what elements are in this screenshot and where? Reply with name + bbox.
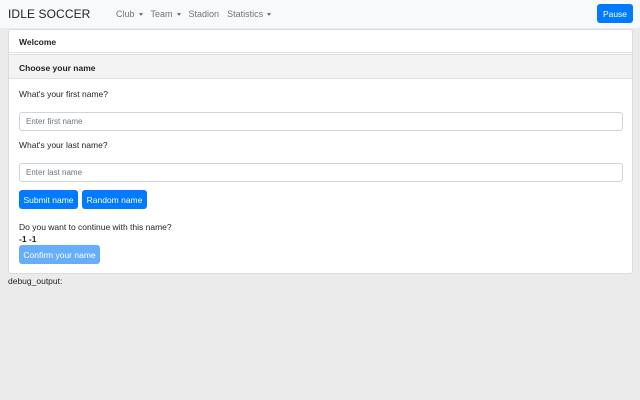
random-name-button[interactable]: Random name xyxy=(82,190,147,209)
welcome-header: Welcome xyxy=(9,30,632,53)
pause-button[interactable]: Pause xyxy=(597,4,633,23)
nav-item-stadion[interactable]: Stadion xyxy=(189,9,220,19)
first-name-question: What's your first name? xyxy=(19,89,109,99)
nav-item-team[interactable]: Team xyxy=(151,9,181,19)
continue-question: Do you want to continue with this name? xyxy=(19,222,172,232)
caret-down-icon xyxy=(138,12,143,16)
nav-menu: Club Team Stadion Statistics xyxy=(116,0,279,28)
first-name-input[interactable] xyxy=(19,112,623,131)
section-title: Choose your name xyxy=(9,54,632,79)
debug-output-label: debug_output: xyxy=(8,276,63,286)
last-name-input[interactable] xyxy=(19,163,623,182)
last-name-question: What's your last name? xyxy=(19,140,108,150)
navbar: IDLE SOCCER Club Team Stadion Statistics… xyxy=(0,0,640,28)
caret-down-icon xyxy=(267,12,272,16)
nav-item-club-label: Club xyxy=(116,9,135,19)
brand-title[interactable]: IDLE SOCCER xyxy=(8,7,90,21)
nav-item-statistics-label: Statistics xyxy=(227,9,264,19)
confirm-name-button[interactable]: Confirm your name xyxy=(19,245,100,264)
name-card: Welcome Choose your name What's your fir… xyxy=(8,29,633,274)
current-name-values: -1 -1 xyxy=(19,234,37,244)
nav-item-statistics[interactable]: Statistics xyxy=(227,9,272,19)
nav-item-stadion-label: Stadion xyxy=(188,9,220,19)
nav-item-club[interactable]: Club xyxy=(116,9,143,19)
caret-down-icon xyxy=(176,12,181,16)
submit-name-button[interactable]: Submit name xyxy=(19,190,78,209)
nav-item-team-label: Team xyxy=(150,9,173,19)
